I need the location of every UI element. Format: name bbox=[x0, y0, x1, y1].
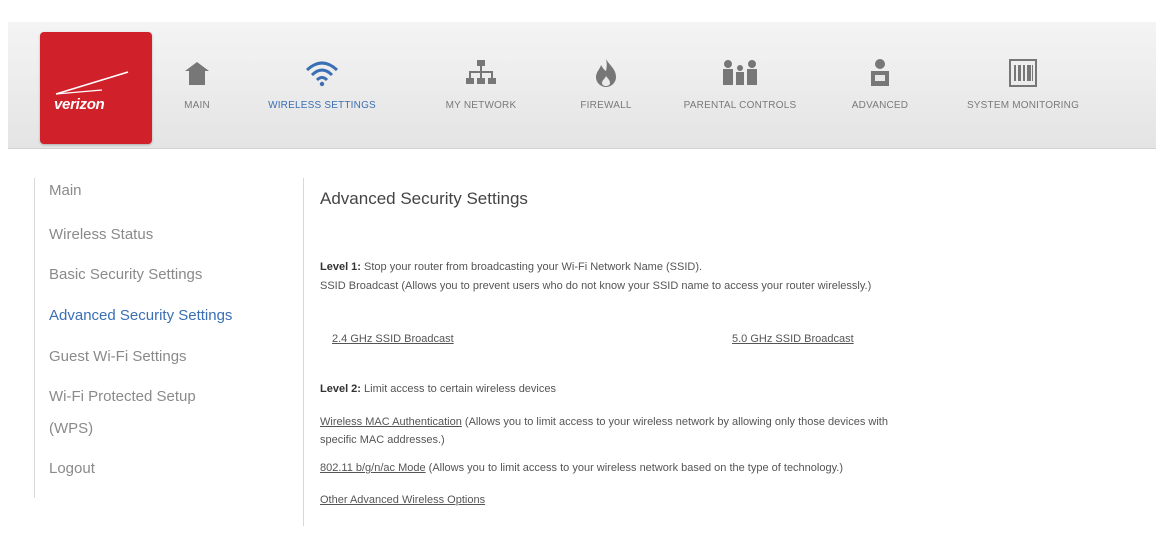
level1-line: Level 1: Stop your router from broadcast… bbox=[320, 261, 702, 273]
flame-icon bbox=[594, 54, 618, 92]
sidebar-item-wps[interactable]: Wi-Fi Protected Setup bbox=[49, 386, 196, 408]
page-title: Advanced Security Settings bbox=[320, 189, 528, 208]
mode-line: 802.11 b/g/n/ac Mode (Allows you to limi… bbox=[320, 462, 843, 474]
wireless-mode-link[interactable]: 802.11 b/g/n/ac Mode bbox=[320, 462, 426, 474]
nav-advanced[interactable]: ADVANCED bbox=[838, 22, 922, 148]
nav-my-network[interactable]: MY NETWORK bbox=[428, 22, 534, 148]
mode-description: (Allows you to limit access to your wire… bbox=[428, 462, 843, 474]
person-icon bbox=[869, 54, 891, 92]
level1-description: SSID Broadcast (Allows you to prevent us… bbox=[320, 280, 872, 292]
monitor-icon bbox=[1008, 54, 1038, 92]
other-advanced-wireless-options-link[interactable]: Other Advanced Wireless Options bbox=[320, 494, 485, 506]
ssid-broadcast-50-link[interactable]: 5.0 GHz SSID Broadcast bbox=[732, 333, 854, 345]
level2-line: Level 2: Limit access to certain wireles… bbox=[320, 383, 556, 395]
ssid-broadcast-24-link[interactable]: 2.4 GHz SSID Broadcast bbox=[332, 333, 454, 345]
sidebar-item-guest-wifi[interactable]: Guest Wi-Fi Settings bbox=[49, 346, 187, 368]
logo-swoosh-icon bbox=[55, 71, 129, 95]
sidebar-item-basic-security[interactable]: Basic Security Settings bbox=[49, 264, 202, 286]
wifi-icon bbox=[304, 54, 340, 92]
nav-firewall[interactable]: FIREWALL bbox=[564, 22, 648, 148]
nav-my-network-label: MY NETWORK bbox=[445, 100, 517, 111]
level2-heading: Level 2: bbox=[320, 383, 361, 395]
level1-text: Stop your router from broadcasting your … bbox=[364, 261, 703, 273]
nav-wireless-settings[interactable]: WIRELESS SETTINGS bbox=[250, 22, 394, 148]
sidebar: Main Wireless Status Basic Security Sett… bbox=[34, 178, 303, 498]
mac-authentication-link[interactable]: Wireless MAC Authentication bbox=[320, 416, 462, 428]
sidebar-item-wireless-status[interactable]: Wireless Status bbox=[49, 224, 153, 246]
sidebar-item-logout[interactable]: Logout bbox=[49, 458, 95, 480]
sidebar-item-main[interactable]: Main bbox=[49, 180, 82, 202]
nav-main[interactable]: MAIN bbox=[172, 22, 222, 148]
mac-auth-description: (Allows you to limit access to your wire… bbox=[464, 416, 888, 428]
mac-auth-line: Wireless MAC Authentication (Allows you … bbox=[320, 416, 888, 428]
level2-text: Limit access to certain wireless devices bbox=[364, 383, 556, 395]
nav-wireless-settings-label: WIRELESS SETTINGS bbox=[268, 100, 376, 111]
mac-auth-description-2: specific MAC addresses.) bbox=[320, 434, 445, 446]
nav-main-label: MAIN bbox=[184, 100, 210, 111]
family-icon bbox=[720, 54, 760, 92]
network-icon bbox=[465, 54, 497, 92]
nav-advanced-label: ADVANCED bbox=[851, 100, 909, 111]
content-divider bbox=[303, 178, 304, 526]
brand-name: verizon bbox=[54, 96, 105, 113]
nav-system-monitoring[interactable]: SYSTEM MONITORING bbox=[948, 22, 1098, 148]
verizon-logo[interactable]: verizon bbox=[40, 32, 152, 144]
nav-system-monitoring-label: SYSTEM MONITORING bbox=[966, 100, 1080, 111]
top-navigation-bar: verizon MAIN WIRELESS SETTINGS MY NETWOR… bbox=[8, 22, 1156, 149]
sidebar-item-wps-suffix[interactable]: (WPS) bbox=[49, 418, 93, 440]
nav-parental-controls-label: PARENTAL CONTROLS bbox=[683, 100, 797, 111]
sidebar-item-advanced-security[interactable]: Advanced Security Settings bbox=[49, 305, 232, 327]
home-icon bbox=[182, 54, 212, 92]
nav-parental-controls[interactable]: PARENTAL CONTROLS bbox=[670, 22, 810, 148]
level1-heading: Level 1: bbox=[320, 261, 361, 273]
nav-firewall-label: FIREWALL bbox=[580, 100, 632, 111]
